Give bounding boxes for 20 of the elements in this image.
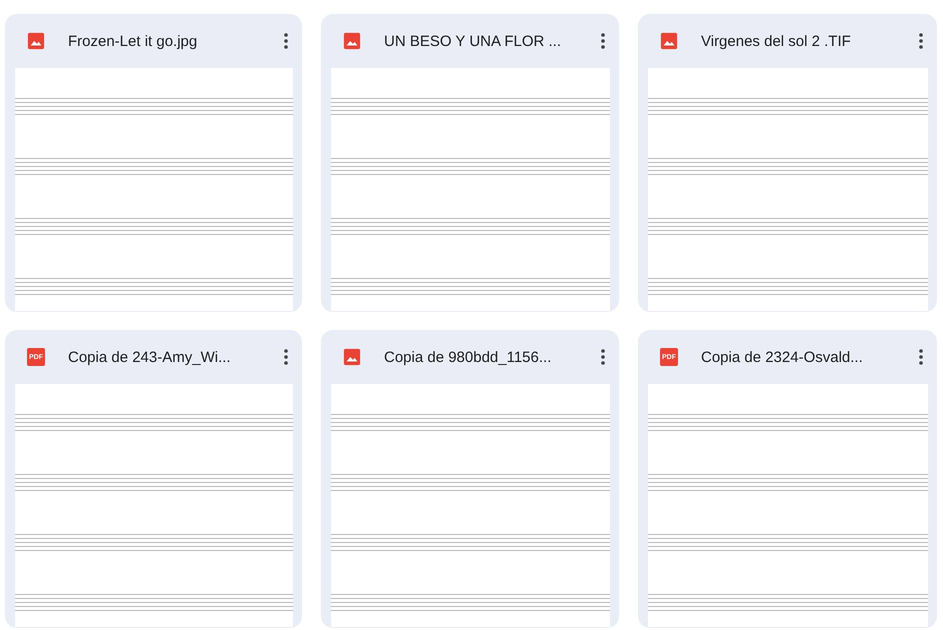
more-options-icon[interactable] <box>919 349 923 365</box>
file-name: Copia de 243-Amy_Wi... <box>68 348 232 366</box>
file-name: UN BESO Y UNA FLOR ... <box>384 32 562 50</box>
file-name: Copia de 980bdd_1156... <box>384 348 552 366</box>
file-name: Copia de 2324-Osvald... <box>701 348 864 366</box>
file-card[interactable]: Copia de 980bdd_1156... <box>321 330 619 628</box>
more-options-icon[interactable] <box>284 33 288 49</box>
file-card[interactable]: Virgenes del sol 2 .TIF <box>638 14 937 312</box>
more-options-icon[interactable] <box>919 33 923 49</box>
file-name: Frozen-Let it go.jpg <box>68 32 198 50</box>
image-file-icon <box>343 348 361 366</box>
image-file-icon <box>27 32 45 50</box>
file-card[interactable]: UN BESO Y UNA FLOR ... <box>321 14 619 312</box>
more-options-icon[interactable] <box>601 33 605 49</box>
file-name: Virgenes del sol 2 .TIF <box>701 32 852 50</box>
image-file-icon <box>660 32 678 50</box>
file-card[interactable]: Frozen-Let it go.jpg <box>5 14 302 312</box>
more-options-icon[interactable] <box>284 349 288 365</box>
more-options-icon[interactable] <box>601 349 605 365</box>
image-file-icon <box>343 32 361 50</box>
